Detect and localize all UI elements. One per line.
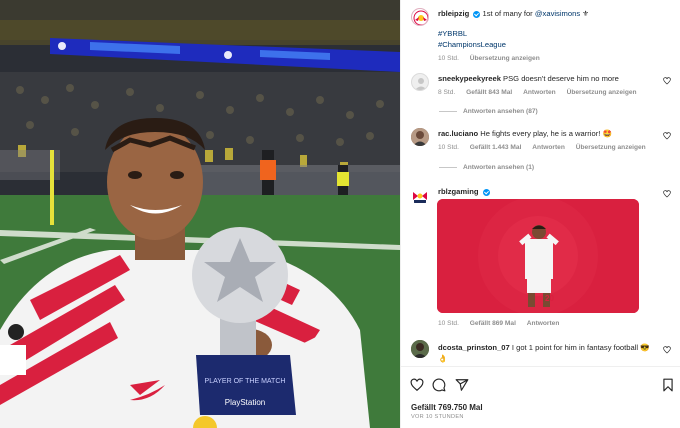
avatar[interactable] <box>411 340 429 358</box>
instagram-post: PLAYER OF THE MATCH PlayStation rbleipzi… <box>0 0 680 428</box>
view-replies-button[interactable]: Antworten ansehen (1) <box>439 164 534 171</box>
caption-translate[interactable]: Übersetzung anzeigen <box>470 55 540 62</box>
verified-icon <box>482 188 490 196</box>
view-replies-button[interactable]: Antworten ansehen (87) <box>439 108 538 115</box>
view-replies-label: Antworten ansehen (1) <box>463 164 535 171</box>
share-icon[interactable] <box>455 378 469 392</box>
post-likes[interactable]: Gefällt 769.750 Mal <box>411 403 483 412</box>
post-photo[interactable]: PLAYER OF THE MATCH PlayStation <box>0 0 400 428</box>
comment-time[interactable]: 10 Std. <box>438 320 459 327</box>
verified-icon <box>473 10 481 18</box>
caption-time[interactable]: 10 Std. <box>438 55 459 62</box>
avatar[interactable] <box>411 8 429 26</box>
comment-username[interactable]: rac.luciano <box>438 129 478 138</box>
trophy-brand: PlayStation <box>225 398 265 407</box>
translate-button[interactable]: Übersetzung anzeigen <box>576 144 646 151</box>
comment-likes[interactable]: Gefällt 869 Mal <box>470 320 516 327</box>
heart-icon[interactable] <box>663 346 671 354</box>
ok-emoji: 👌 <box>438 354 448 363</box>
comment-item: rac.luciano He fights every play, he is … <box>411 128 673 178</box>
comment-time[interactable]: 10 Std. <box>438 144 459 151</box>
heart-icon[interactable] <box>663 190 671 198</box>
view-replies-label: Antworten ansehen (87) <box>463 108 538 115</box>
comment-username[interactable]: sneekypeekyreek <box>438 74 501 83</box>
comment-text: I got 1 point for him in fantasy footbal… <box>511 343 650 352</box>
hashtag-championsleague[interactable]: #ChampionsLeague <box>438 39 673 50</box>
avatar[interactable] <box>411 128 429 146</box>
caption-mention[interactable]: @xavisimons <box>535 9 580 18</box>
reply-button[interactable]: Antworten <box>532 144 565 151</box>
heart-icon[interactable] <box>663 132 671 140</box>
comment-gif[interactable]: 20 <box>437 199 639 313</box>
replies-line <box>439 166 457 168</box>
avatar[interactable] <box>411 73 429 91</box>
translate-button[interactable]: Übersetzung anzeigen <box>567 89 637 96</box>
like-heart-icon[interactable] <box>410 378 424 392</box>
post-timestamp[interactable]: VOR 10 STUNDEN <box>411 414 464 420</box>
comment-item: sneekypeekyreek PSG doesn't deserve him … <box>411 71 673 121</box>
comment-likes[interactable]: Gefällt 843 Mal <box>466 89 512 96</box>
comment-likes[interactable]: Gefällt 1.443 Mal <box>470 144 522 151</box>
comment-username[interactable]: dcosta_prinston_07 <box>438 343 510 352</box>
reply-button[interactable]: Antworten <box>527 320 560 327</box>
gif-illustration: 20 <box>437 199 639 313</box>
comment-item: dcosta_prinston_07 I got 1 point for him… <box>411 340 673 366</box>
selfie-illustration: PLAYER OF THE MATCH PlayStation <box>0 0 400 428</box>
trophy-inscription: PLAYER OF THE MATCH <box>205 378 286 385</box>
rblz-gaming-logo-icon <box>413 192 427 203</box>
replies-line <box>439 110 457 112</box>
hashtag-ybrbl[interactable]: #YBRBL <box>438 28 673 39</box>
fleur-emoji: ⚜ <box>582 9 590 18</box>
user-photo-icon <box>411 340 429 358</box>
comment-time[interactable]: 8 Std. <box>438 89 455 96</box>
comment-text: He fights every play, he is a warrior! 🤩 <box>480 129 612 138</box>
comment-username[interactable]: rblzgaming <box>438 187 479 196</box>
caption-username[interactable]: rbleipzig <box>438 9 469 18</box>
rbleipzig-logo-icon <box>413 10 428 25</box>
user-photo-icon <box>411 128 429 146</box>
heart-icon[interactable] <box>663 77 671 85</box>
bookmark-icon[interactable] <box>661 378 675 392</box>
default-avatar-icon <box>415 78 427 90</box>
avatar[interactable] <box>411 187 429 205</box>
caption-text: rbleipzig 1st of many for @xavisimons ⚜ … <box>438 8 673 64</box>
caption-body: 1st of many for <box>482 9 533 18</box>
caption-block: rbleipzig 1st of many for @xavisimons ⚜ … <box>411 8 673 68</box>
reply-button[interactable]: Antworten <box>523 89 556 96</box>
comment-text: PSG doesn't deserve him no more <box>503 74 619 83</box>
gif-shirt-number: 20 <box>545 294 554 303</box>
comment-icon[interactable] <box>432 378 446 392</box>
